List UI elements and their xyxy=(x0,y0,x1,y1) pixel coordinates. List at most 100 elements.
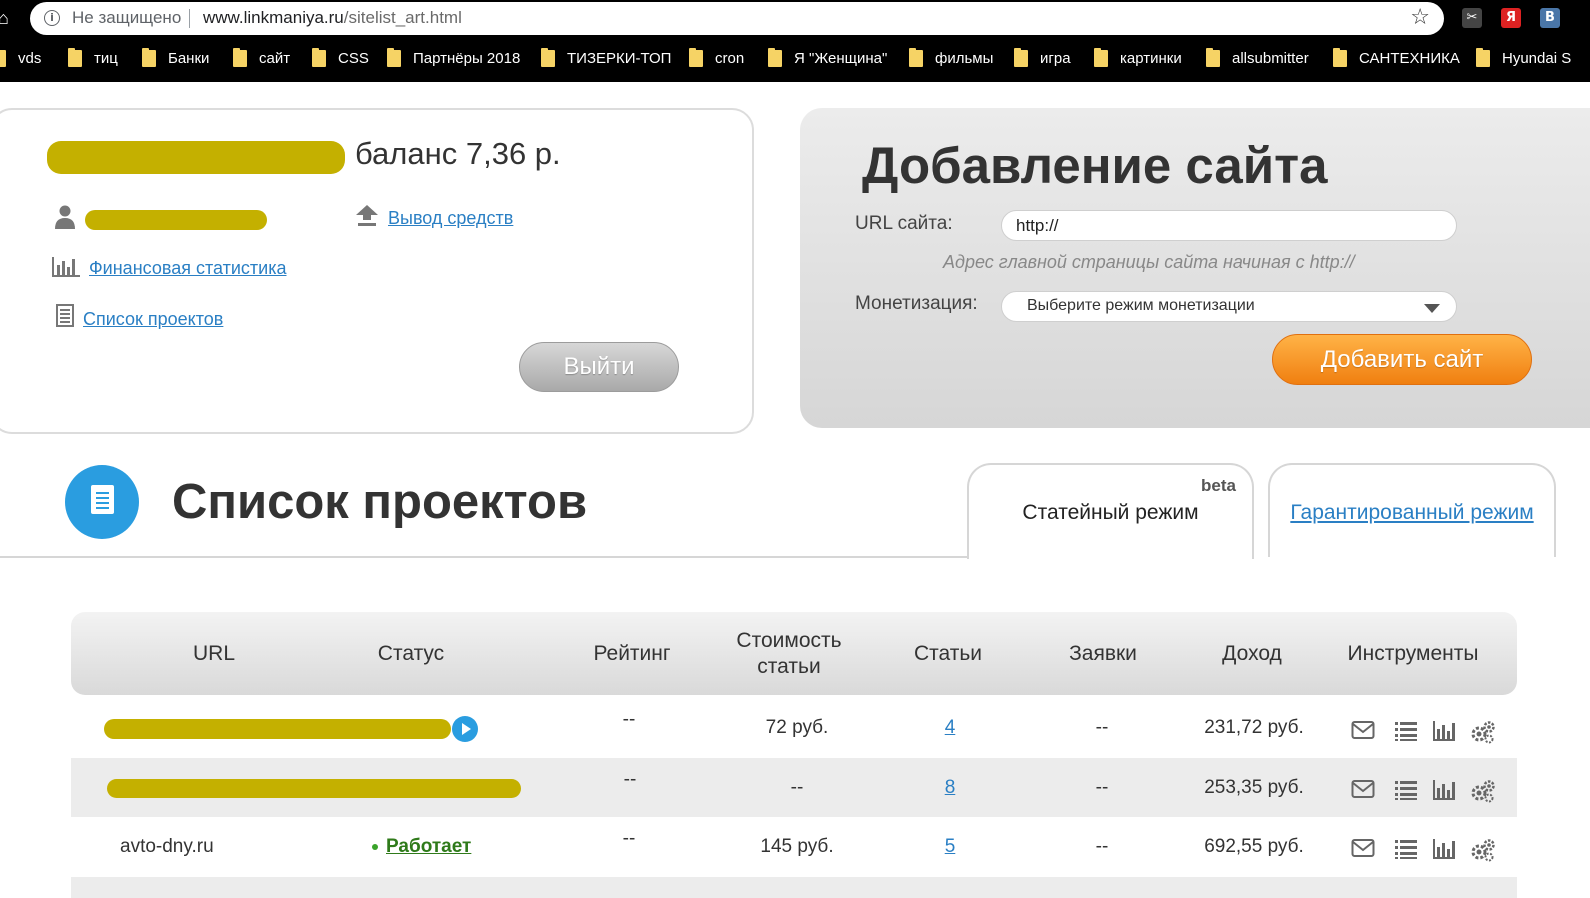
security-label: Не защищено xyxy=(72,8,182,27)
redacted-profile-link xyxy=(85,210,267,230)
folder-icon xyxy=(387,48,401,67)
status-dot-icon xyxy=(372,843,378,850)
articles-link[interactable]: 4 xyxy=(925,717,975,739)
folder-icon xyxy=(233,48,247,67)
column-header[interactable]: Статус xyxy=(361,641,461,667)
mail-icon[interactable] xyxy=(1351,779,1375,801)
rating-cell: -- xyxy=(623,769,637,790)
price-cell: 72 руб. xyxy=(765,717,829,738)
balance-text: баланс 7,36 р. xyxy=(355,136,561,171)
folder-icon xyxy=(909,48,923,67)
table-header: URL Статус Рейтинг Стоимость статьи Стат… xyxy=(71,612,1517,695)
mail-icon[interactable] xyxy=(1351,720,1375,742)
home-icon[interactable]: ⌂ xyxy=(0,8,18,30)
requests-cell: -- xyxy=(1095,777,1109,798)
site-url-input[interactable] xyxy=(1001,210,1457,241)
add-site-button[interactable]: Добавить сайт xyxy=(1272,334,1532,385)
table-row-partial xyxy=(71,877,1517,898)
browser-chrome: ⌂ i Не защищено www.linkmaniya.ru/siteli… xyxy=(0,0,1590,82)
status-link[interactable]: Работает xyxy=(386,836,471,857)
bar-chart-icon[interactable] xyxy=(1432,838,1456,860)
info-icon[interactable]: i xyxy=(44,10,60,26)
column-header[interactable]: Доход xyxy=(1202,641,1302,667)
scissors-extension-icon[interactable]: ✂ xyxy=(1462,8,1482,28)
column-header[interactable]: Статьи xyxy=(898,641,998,667)
income-cell: 231,72 руб. xyxy=(1204,717,1304,738)
bookmark-star-icon[interactable]: ☆ xyxy=(1410,4,1430,30)
bookmarks-bar: vds тиц Банки сайт CSS Партнёры 2018 ТИЗ… xyxy=(0,40,1590,78)
tabs-divider xyxy=(0,556,968,558)
list-icon[interactable] xyxy=(1394,720,1418,742)
vk-extension-icon[interactable]: B xyxy=(1540,8,1560,28)
url-cell[interactable]: avto-dny.ru xyxy=(120,836,214,858)
monetization-selected: Выберите режим монетизации xyxy=(1027,297,1255,314)
status-cell: Работает xyxy=(372,836,471,858)
column-header[interactable]: Рейтинг xyxy=(582,641,682,667)
play-icon[interactable] xyxy=(452,716,478,742)
redacted-url xyxy=(107,779,521,798)
column-header[interactable]: Заявки xyxy=(1053,641,1153,667)
folder-icon xyxy=(768,48,782,67)
rating-cell: -- xyxy=(622,709,636,730)
user-icon xyxy=(55,205,75,229)
bar-chart-icon[interactable] xyxy=(1432,779,1456,801)
logout-button[interactable]: Выйти xyxy=(519,342,679,392)
articles-link[interactable]: 8 xyxy=(925,777,975,799)
add-site-title: Добавление сайта xyxy=(862,137,1328,194)
column-header[interactable]: Стоимость статьи xyxy=(724,628,854,680)
tab-label: Гарантированный режим xyxy=(1290,501,1534,524)
mail-icon[interactable] xyxy=(1351,838,1375,860)
folder-icon xyxy=(1333,48,1347,67)
address-bar[interactable]: i Не защищено www.linkmaniya.ru/sitelist… xyxy=(30,2,1444,35)
list-icon[interactable] xyxy=(1394,779,1418,801)
folder-icon xyxy=(68,48,82,67)
tab-article-mode[interactable]: beta Статейный режим xyxy=(967,463,1254,559)
requests-cell: -- xyxy=(1095,836,1109,857)
redacted-url xyxy=(104,719,451,739)
monetization-select[interactable]: Выберите режим монетизации xyxy=(1001,291,1457,322)
folder-icon xyxy=(541,48,555,67)
income-cell: 253,35 руб. xyxy=(1204,777,1304,798)
folder-icon xyxy=(689,48,703,67)
requests-cell: -- xyxy=(1095,717,1109,738)
redacted-username xyxy=(47,141,345,174)
income-cell: 692,55 руб. xyxy=(1204,836,1304,857)
project-list-icon xyxy=(56,304,74,327)
url-hint: Адрес главной страницы сайта начиная с h… xyxy=(943,252,1355,272)
folder-icon xyxy=(1476,48,1490,67)
column-header[interactable]: URL xyxy=(184,641,244,667)
folder-icon xyxy=(1206,48,1220,67)
table-row: -- 72 руб. 4 -- 231,72 руб. xyxy=(71,699,1517,758)
folder-icon xyxy=(1094,48,1108,67)
withdraw-icon xyxy=(356,205,378,226)
folder-icon xyxy=(0,50,6,67)
price-cell: 145 руб. xyxy=(760,836,834,857)
price-cell: -- xyxy=(790,777,804,798)
folder-icon xyxy=(312,48,326,67)
table-row: avto-dny.ru Работает -- 145 руб. 5 -- 69… xyxy=(71,817,1517,876)
folder-icon xyxy=(142,48,156,67)
url-label: URL сайта: xyxy=(855,213,953,234)
gears-icon[interactable] xyxy=(1470,838,1495,862)
yandex-extension-icon[interactable]: Я xyxy=(1501,8,1521,28)
articles-link[interactable]: 5 xyxy=(925,836,975,858)
tab-guaranteed-mode[interactable]: Гарантированный режим xyxy=(1268,463,1556,557)
beta-badge: beta xyxy=(1201,476,1236,495)
withdraw-link[interactable]: Вывод средств xyxy=(388,208,513,229)
address-url[interactable]: www.linkmaniya.ru/sitelist_art.html xyxy=(203,8,462,28)
bar-chart-icon xyxy=(52,257,80,277)
gears-icon[interactable] xyxy=(1470,779,1495,803)
projects-title: Список проектов xyxy=(172,475,588,529)
financial-stats-link[interactable]: Финансовая статистика xyxy=(89,258,287,279)
column-header[interactable]: Инструменты xyxy=(1338,641,1488,667)
gears-icon[interactable] xyxy=(1470,720,1495,744)
table-row: -- -- 8 -- 253,35 руб. xyxy=(71,758,1517,817)
document-icon xyxy=(65,465,139,539)
list-icon[interactable] xyxy=(1394,838,1418,860)
project-list-link[interactable]: Список проектов xyxy=(83,309,223,330)
tab-label: Статейный режим xyxy=(1022,501,1199,524)
bar-chart-icon[interactable] xyxy=(1432,720,1456,742)
monetization-label: Монетизация: xyxy=(855,293,978,314)
chevron-down-icon xyxy=(1424,304,1440,313)
rating-cell: -- xyxy=(622,828,636,849)
